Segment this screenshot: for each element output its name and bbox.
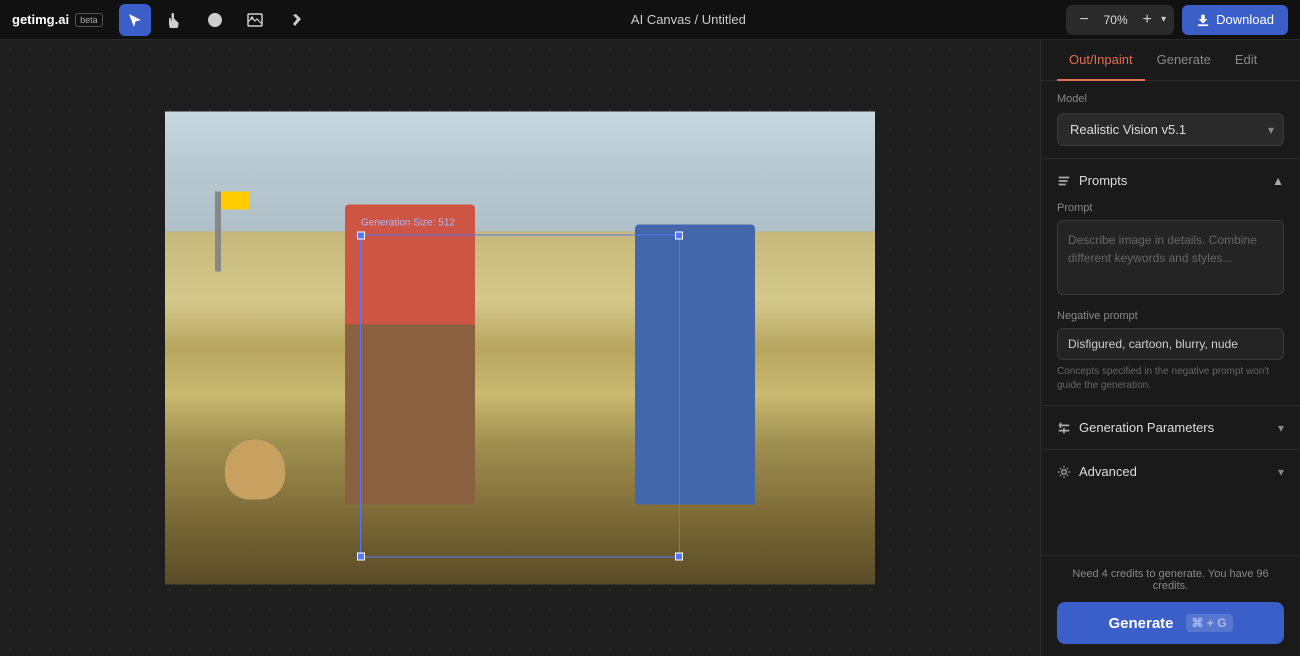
advanced-header[interactable]: Advanced ▾ bbox=[1041, 450, 1300, 493]
zoom-minus-button[interactable]: − bbox=[1074, 11, 1094, 29]
advanced-chevron-icon: ▾ bbox=[1278, 465, 1284, 479]
hand-tool-button[interactable] bbox=[159, 4, 191, 36]
hand-icon bbox=[167, 12, 183, 28]
golf-bag bbox=[225, 440, 285, 500]
negative-prompt-sublabel: Negative prompt bbox=[1057, 310, 1284, 322]
prompts-collapse-header[interactable]: Prompts ▲ bbox=[1041, 159, 1300, 202]
tab-outinpaint[interactable]: Out/Inpaint bbox=[1057, 40, 1145, 81]
prompt-sublabel: Prompt bbox=[1057, 202, 1284, 214]
generate-button[interactable]: Generate ⌘ + G bbox=[1057, 602, 1284, 644]
person-caddy bbox=[345, 205, 475, 505]
negative-prompt-input[interactable] bbox=[1057, 328, 1284, 360]
prompt-icon bbox=[1057, 174, 1071, 188]
select-tool-button[interactable] bbox=[119, 4, 151, 36]
person-golfer bbox=[635, 225, 755, 505]
credits-text: Need 4 credits to generate. You have 96 … bbox=[1057, 568, 1284, 592]
generate-shortcut: ⌘ + G bbox=[1186, 614, 1233, 632]
eraser-tool-button[interactable] bbox=[279, 4, 311, 36]
rotate-tool-button[interactable] bbox=[199, 4, 231, 36]
main-area: Generation Size: 512 Out/Inpaint Generat… bbox=[0, 40, 1300, 656]
handle-bottom-left[interactable] bbox=[357, 553, 365, 561]
model-section: Model Realistic Vision v5.1 Stable Diffu… bbox=[1041, 81, 1300, 158]
canvas-image-container: Generation Size: 512 bbox=[165, 112, 875, 585]
image-tool-button[interactable] bbox=[239, 4, 271, 36]
generation-params-title: Generation Parameters bbox=[1057, 420, 1214, 435]
sidebar-spacer bbox=[1041, 493, 1300, 555]
tab-generate[interactable]: Generate bbox=[1145, 40, 1223, 81]
model-select[interactable]: Realistic Vision v5.1 Stable Diffusion 1… bbox=[1057, 113, 1284, 146]
handle-bottom-right[interactable] bbox=[675, 553, 683, 561]
canvas-title: AI Canvas / Untitled bbox=[319, 12, 1059, 27]
generation-params-section: Generation Parameters ▾ bbox=[1041, 405, 1300, 449]
advanced-section: Advanced ▾ bbox=[1041, 449, 1300, 493]
download-icon bbox=[1196, 13, 1210, 27]
sidebar: Out/Inpaint Generate Edit Model Realisti… bbox=[1040, 40, 1300, 656]
prompt-area: Prompt Negative prompt Concepts specifie… bbox=[1041, 202, 1300, 405]
generation-params-chevron-icon: ▾ bbox=[1278, 421, 1284, 435]
sidebar-tabs: Out/Inpaint Generate Edit bbox=[1041, 40, 1300, 81]
generate-label: Generate bbox=[1108, 615, 1173, 632]
zoom-dropdown-button[interactable]: ▾ bbox=[1161, 14, 1166, 25]
download-label: Download bbox=[1216, 12, 1274, 27]
model-select-wrapper: Realistic Vision v5.1 Stable Diffusion 1… bbox=[1057, 113, 1284, 146]
topbar: getimg.ai beta AI Canvas / Untitled − bbox=[0, 0, 1300, 40]
zoom-value: 70% bbox=[1098, 13, 1133, 27]
prompts-title: Prompts bbox=[1057, 173, 1127, 188]
advanced-title: Advanced bbox=[1057, 464, 1137, 479]
cursor-icon bbox=[127, 12, 143, 28]
zoom-plus-button[interactable]: + bbox=[1137, 11, 1157, 29]
zoom-control: − 70% + ▾ bbox=[1066, 5, 1174, 35]
beta-badge: beta bbox=[75, 13, 103, 27]
tab-edit[interactable]: Edit bbox=[1223, 40, 1269, 81]
logo: getimg.ai beta bbox=[12, 12, 103, 27]
sliders-icon bbox=[1057, 421, 1071, 435]
generation-params-header[interactable]: Generation Parameters ▾ bbox=[1041, 406, 1300, 449]
prompts-section: Prompts ▲ Prompt Negative prompt Concept… bbox=[1041, 158, 1300, 405]
model-label: Model bbox=[1057, 93, 1284, 105]
canvas-area[interactable]: Generation Size: 512 bbox=[0, 40, 1040, 656]
eraser-icon bbox=[287, 12, 303, 28]
sidebar-footer: Need 4 credits to generate. You have 96 … bbox=[1041, 555, 1300, 656]
download-button[interactable]: Download bbox=[1182, 5, 1288, 35]
image-icon bbox=[247, 12, 263, 28]
logo-text: getimg.ai bbox=[12, 12, 69, 27]
rotate-icon bbox=[207, 12, 223, 28]
settings-icon bbox=[1057, 465, 1071, 479]
flag bbox=[215, 192, 221, 272]
topbar-right: − 70% + ▾ Download bbox=[1066, 5, 1288, 35]
canvas-image: Generation Size: 512 bbox=[165, 112, 875, 585]
photo-background: Generation Size: 512 bbox=[165, 112, 875, 585]
negative-prompt-note: Concepts specified in the negative promp… bbox=[1057, 365, 1284, 393]
prompt-textarea[interactable] bbox=[1057, 220, 1284, 295]
prompts-chevron-icon: ▲ bbox=[1272, 174, 1284, 188]
